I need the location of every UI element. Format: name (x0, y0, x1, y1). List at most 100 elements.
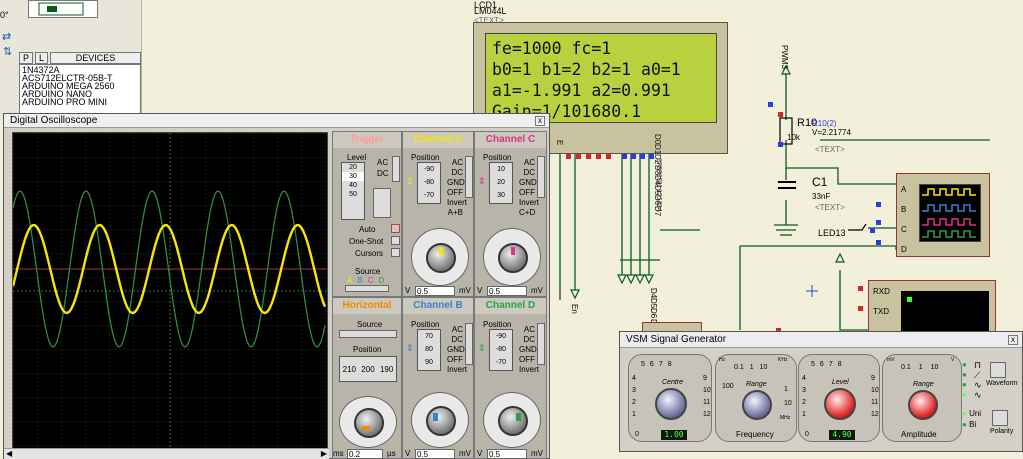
pin-number: 12 (655, 188, 662, 197)
auto-button[interactable] (391, 224, 400, 233)
channel-d-volts-knob[interactable] (498, 406, 528, 436)
scale-tick: 20 (497, 179, 505, 186)
channel-a-coupling-switch[interactable] (465, 156, 473, 198)
en-terminal-label: En (570, 304, 579, 314)
cursors-button[interactable] (391, 248, 400, 257)
level-knob[interactable] (824, 388, 856, 420)
channel-c-position-scale[interactable]: 10 20 30 (489, 162, 513, 204)
centre-frequency-dial[interactable]: 5 6 7 8 4 3 2 1 9 10 11 12 Centre 0 1.00 (628, 354, 712, 442)
channel-a-volts-knob[interactable] (426, 243, 456, 273)
close-button[interactable]: x (1008, 335, 1018, 345)
level-dial[interactable]: 5 6 7 8 4 3 2 1 9 10 11 12 Level 0 4.90 (798, 354, 880, 442)
horizontal-time-dial[interactable] (339, 396, 397, 448)
position-label: Position (353, 345, 382, 354)
centre-knob[interactable] (655, 388, 687, 420)
position-arrows-icon[interactable]: ⇕ (406, 343, 414, 354)
scroll-right-icon[interactable]: ▶ (321, 449, 327, 458)
channel-b-volts-dial[interactable] (411, 392, 469, 448)
scale-zero: 0 (635, 431, 639, 438)
horizontal-time-knob[interactable] (354, 408, 384, 438)
opt-dc: DC (451, 335, 463, 344)
channel-c-volts-dial[interactable] (483, 228, 541, 286)
horizontal-position-readout[interactable]: 210 200 190 (339, 356, 397, 382)
waveform-button[interactable] (990, 362, 1006, 378)
channel-a-value: 0.5 (415, 286, 455, 296)
scope-pin: B (901, 205, 907, 214)
scale-tick: -90 (495, 333, 507, 340)
source-letters: A B C D (347, 276, 384, 285)
amplitude-range-dial[interactable]: mV V 0.1 1 10 Range Amplitude (882, 354, 962, 442)
channel-a-position-scale[interactable]: -90 -80 -70 (417, 162, 441, 204)
window-title: VSM Signal Generator (626, 334, 727, 345)
position-arrows-icon[interactable]: ⇕ (478, 176, 486, 187)
frequency-range-dial[interactable]: Hz KHz 0.1 1 10 100 1 10 Range MHz Frequ… (715, 354, 797, 442)
scale-tick: 12 (703, 411, 711, 418)
signal-generator-window[interactable]: VSM Signal Generator x 5 6 7 8 4 3 2 1 9… (619, 331, 1023, 452)
device-list[interactable]: 1N4372A ACS712ELCTR-05B-T ARDUINO MEGA 2… (19, 64, 141, 118)
scope-symbol-waves (922, 188, 976, 238)
amplitude-range-knob[interactable] (908, 390, 938, 420)
one-shot-button[interactable] (391, 236, 400, 245)
pin-number: 13 (655, 196, 662, 205)
close-button[interactable]: x (535, 116, 545, 126)
scale-tick: 30 (497, 192, 505, 199)
channel-d-position-scale[interactable]: -90 -80 -70 (489, 329, 513, 371)
scope-symbol[interactable]: A B C D (896, 173, 990, 257)
trigger-level-scale[interactable]: 20 30 40 50 (341, 162, 365, 220)
channel-b-volts-knob[interactable] (426, 406, 456, 436)
frequency-range-knob[interactable] (742, 390, 772, 420)
position-arrows-icon[interactable]: ⇕ (478, 343, 486, 354)
sawtooth-wave-icon[interactable]: ⟋ (974, 370, 982, 380)
channel-c-volts-knob[interactable] (498, 243, 528, 273)
scope-symbol-screen (919, 184, 981, 242)
device-preview (28, 0, 98, 18)
scale-tick: 10 (497, 166, 505, 173)
horizontal-source-slider[interactable] (339, 330, 397, 338)
horizontal-scrollbar[interactable]: ◀ ▶ (4, 448, 329, 459)
scale-tick: 30 (342, 172, 364, 181)
horizontal-panel: Horizontal Source Position 210 200 190 m… (332, 297, 402, 459)
opt-invert: Invert (447, 198, 468, 207)
sine-wave-icon[interactable]: ∿ (974, 390, 982, 400)
opt-gnd: GND (519, 178, 537, 187)
preview-chip-icon (38, 2, 84, 16)
tab-pick[interactable]: P (19, 52, 34, 64)
channel-b-coupling-switch[interactable] (465, 323, 473, 365)
triangle-wave-icon[interactable]: ∿ (974, 380, 982, 390)
tab-library[interactable]: L (35, 52, 49, 64)
list-item[interactable]: ARDUINO PRO MINI (22, 98, 138, 107)
polarity-button[interactable] (992, 410, 1008, 426)
window-titlebar[interactable]: VSM Signal Generator x (620, 332, 1022, 348)
oscilloscope-window[interactable]: Digital Oscilloscope x ◀ ▶ Trigger Level… (3, 113, 550, 459)
trigger-panel: Trigger Level 20 30 40 50 AC DC Auto One… (332, 131, 402, 297)
terminal-label: D5 (649, 298, 658, 309)
scale-tick: 70 (425, 333, 433, 340)
tab-devices[interactable]: DEVICES (50, 52, 141, 64)
mirror-vertical-icon[interactable]: ⇅ (3, 45, 12, 58)
channel-a-volts-dial[interactable] (411, 228, 469, 286)
trigger-coupling-switch[interactable] (392, 156, 400, 182)
capacitor-value-label: 33nF (812, 192, 831, 201)
channel-d-volts-dial[interactable] (483, 392, 541, 448)
scale-tick: 11 (703, 399, 711, 406)
horizontal-value: 0.2 (347, 449, 383, 459)
channel-c-coupling-switch[interactable] (537, 156, 545, 198)
window-titlebar[interactable]: Digital Oscilloscope x (4, 114, 549, 128)
range-label: Range (746, 381, 767, 388)
lcd-pin-numbers: 6 7 8 9 10 11 12 13 14 (572, 158, 662, 212)
mirror-horizontal-icon[interactable]: ⇄ (2, 30, 11, 43)
position-arrows-icon[interactable]: ⇕ (406, 176, 414, 187)
source-slider[interactable] (345, 285, 389, 292)
channel-b-value: 0.5 (415, 449, 455, 459)
square-wave-icon[interactable]: ⊓ (974, 360, 982, 370)
level-label: Level (832, 379, 849, 386)
dial-scale-right: 9 10 11 12 (703, 373, 711, 421)
trigger-edge-switch[interactable] (373, 188, 391, 218)
source-d: D (378, 276, 385, 285)
channel-d-coupling-switch[interactable] (537, 323, 545, 365)
scroll-left-icon[interactable]: ◀ (6, 449, 12, 458)
pin-number: 14 (655, 204, 662, 213)
opt-gnd: GND (447, 345, 465, 354)
channel-b-position-scale[interactable]: 70 80 90 (417, 329, 441, 371)
knob-marker (516, 413, 521, 421)
